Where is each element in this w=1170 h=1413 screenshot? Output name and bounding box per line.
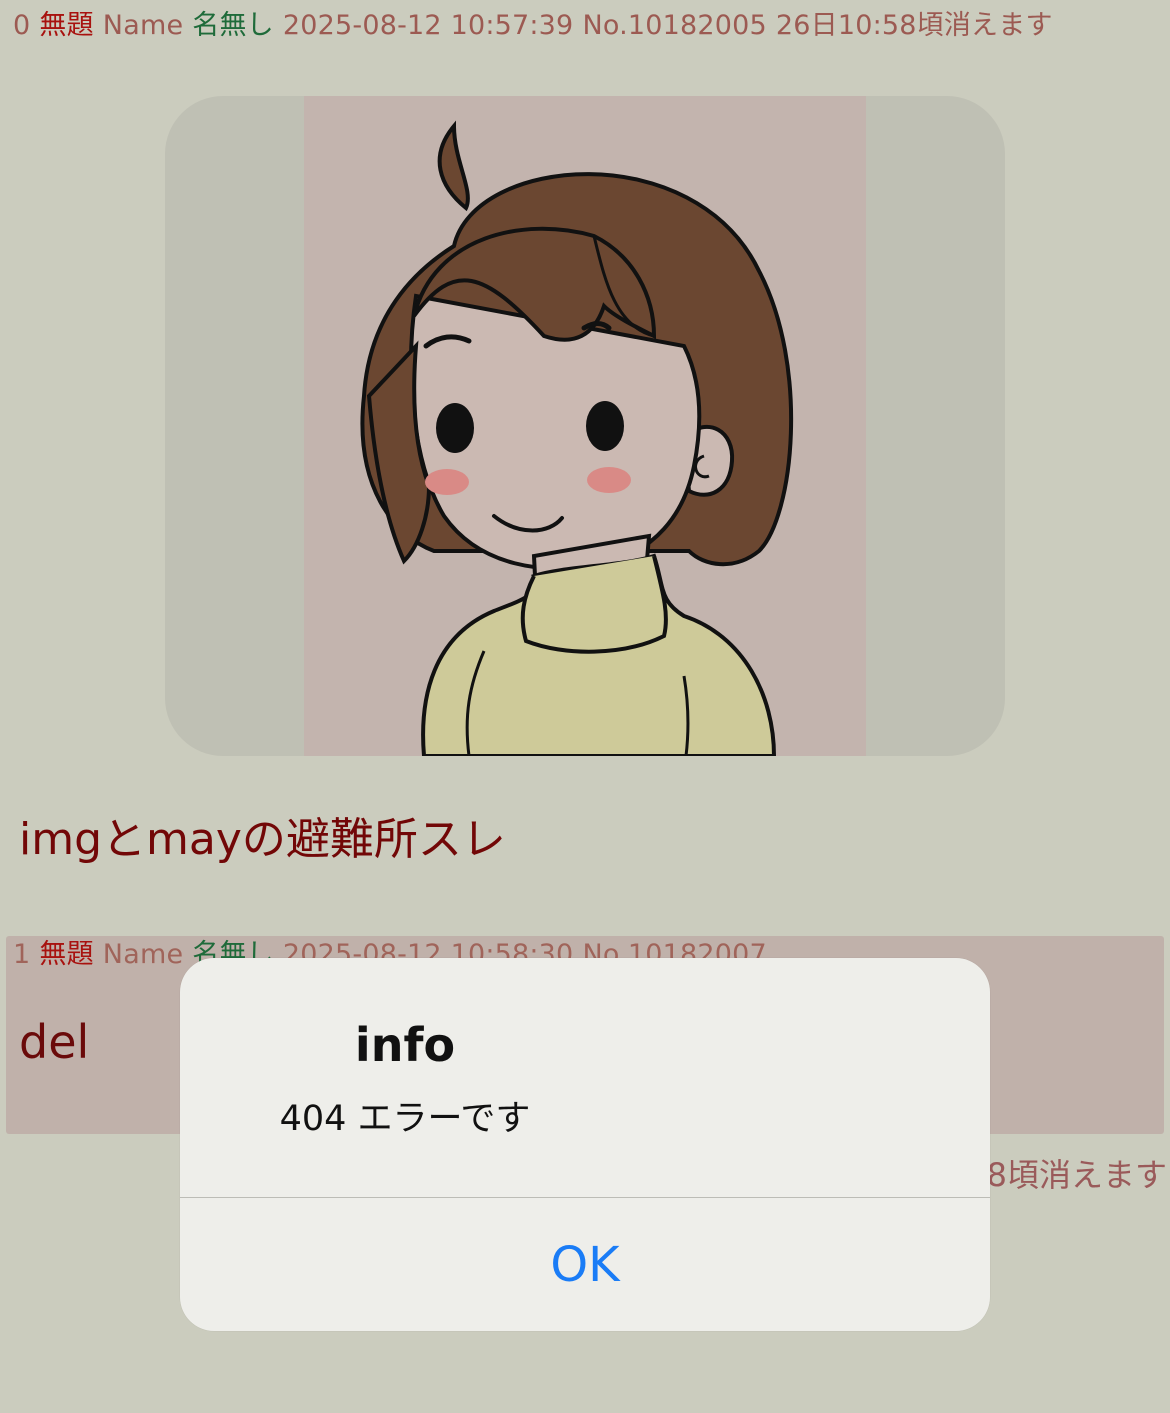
ok-button[interactable]: OK: [180, 1198, 990, 1331]
alert-title: info: [354, 1018, 456, 1072]
alert-message: 404 エラーです: [279, 1099, 531, 1139]
